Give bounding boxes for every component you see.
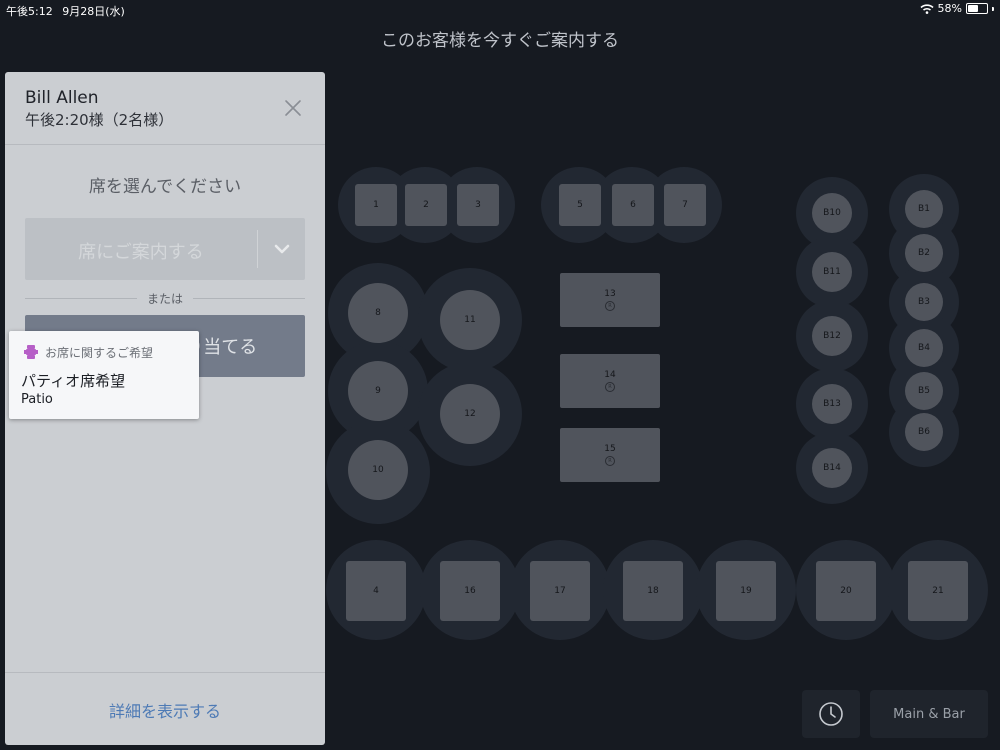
table-b3[interactable]: B3 bbox=[905, 283, 943, 321]
table-b4[interactable]: B4 bbox=[905, 329, 943, 367]
table-19[interactable]: 19 bbox=[716, 561, 776, 621]
table-b14[interactable]: B14 bbox=[812, 448, 852, 488]
status-date: 9月28日(水) bbox=[62, 5, 125, 18]
chevron-down-icon bbox=[274, 244, 289, 254]
preference-note: Patio bbox=[21, 392, 53, 407]
or-divider: または bbox=[25, 290, 305, 306]
table-b12[interactable]: B12 bbox=[812, 316, 852, 356]
seat-preference-icon bbox=[24, 345, 38, 359]
table-4[interactable]: 4 bbox=[346, 561, 406, 621]
battery-icon bbox=[966, 3, 988, 14]
battery-percentage: 58% bbox=[937, 2, 962, 15]
table-b6[interactable]: B6 bbox=[905, 413, 943, 451]
seat-guest-button[interactable]: 席にご案内する bbox=[25, 218, 305, 280]
table-b11[interactable]: B11 bbox=[812, 252, 852, 292]
table-10[interactable]: 10 bbox=[348, 440, 408, 500]
table-21[interactable]: 21 bbox=[908, 561, 968, 621]
reserved-icon: R bbox=[605, 456, 615, 466]
seat-guest-label: 席にご案内する bbox=[78, 242, 204, 263]
table-15[interactable]: 15 R bbox=[560, 428, 660, 482]
wifi-icon bbox=[920, 3, 934, 14]
table-16[interactable]: 16 bbox=[440, 561, 500, 621]
table-13[interactable]: 13 R bbox=[560, 273, 660, 327]
show-details-link[interactable]: 詳細を表示する bbox=[5, 698, 325, 722]
clock-icon bbox=[819, 702, 843, 726]
panel-footer: 詳細を表示する bbox=[5, 672, 325, 746]
page-title: このお客様を今すぐご案内する bbox=[381, 31, 619, 51]
reserved-icon: R bbox=[605, 382, 615, 392]
reservation-info: 午後2:20様（2名様） bbox=[25, 111, 174, 129]
guest-name: Bill Allen bbox=[25, 88, 99, 108]
status-time: 午後5:12 bbox=[6, 5, 53, 18]
area-selector-button[interactable]: Main & Bar bbox=[870, 690, 988, 738]
time-view-button[interactable] bbox=[802, 690, 860, 738]
table-b10[interactable]: B10 bbox=[812, 193, 852, 233]
table-b2[interactable]: B2 bbox=[905, 234, 943, 272]
table-3[interactable]: 3 bbox=[457, 184, 499, 226]
seat-dropdown-button[interactable] bbox=[258, 218, 305, 280]
seat-preference-card: お席に関するご希望 パティオ席希望 Patio bbox=[9, 331, 199, 419]
table-8[interactable]: 8 bbox=[348, 283, 408, 343]
table-b13[interactable]: B13 bbox=[812, 384, 852, 424]
table-17[interactable]: 17 bbox=[530, 561, 590, 621]
table-b1[interactable]: B1 bbox=[905, 190, 943, 228]
preference-title: パティオ席希望 bbox=[21, 372, 126, 390]
table-1[interactable]: 1 bbox=[355, 184, 397, 226]
table-20[interactable]: 20 bbox=[816, 561, 876, 621]
panel-header: Bill Allen 午後2:20様（2名様） bbox=[5, 72, 325, 145]
preference-heading: お席に関するご希望 bbox=[45, 346, 154, 360]
choose-seat-label: 席を選んでください bbox=[88, 177, 242, 197]
table-12[interactable]: 12 bbox=[440, 384, 500, 444]
table-11[interactable]: 11 bbox=[440, 290, 500, 350]
table-14[interactable]: 14 R bbox=[560, 354, 660, 408]
table-5[interactable]: 5 bbox=[559, 184, 601, 226]
table-2[interactable]: 2 bbox=[405, 184, 447, 226]
table-b5[interactable]: B5 bbox=[905, 372, 943, 410]
table-9[interactable]: 9 bbox=[348, 361, 408, 421]
table-18[interactable]: 18 bbox=[623, 561, 683, 621]
close-icon[interactable] bbox=[284, 99, 302, 117]
table-6[interactable]: 6 bbox=[612, 184, 654, 226]
reserved-icon: R bbox=[605, 301, 615, 311]
status-bar: 午後5:12 9月28日(水) 58% bbox=[0, 0, 1000, 20]
table-7[interactable]: 7 bbox=[664, 184, 706, 226]
